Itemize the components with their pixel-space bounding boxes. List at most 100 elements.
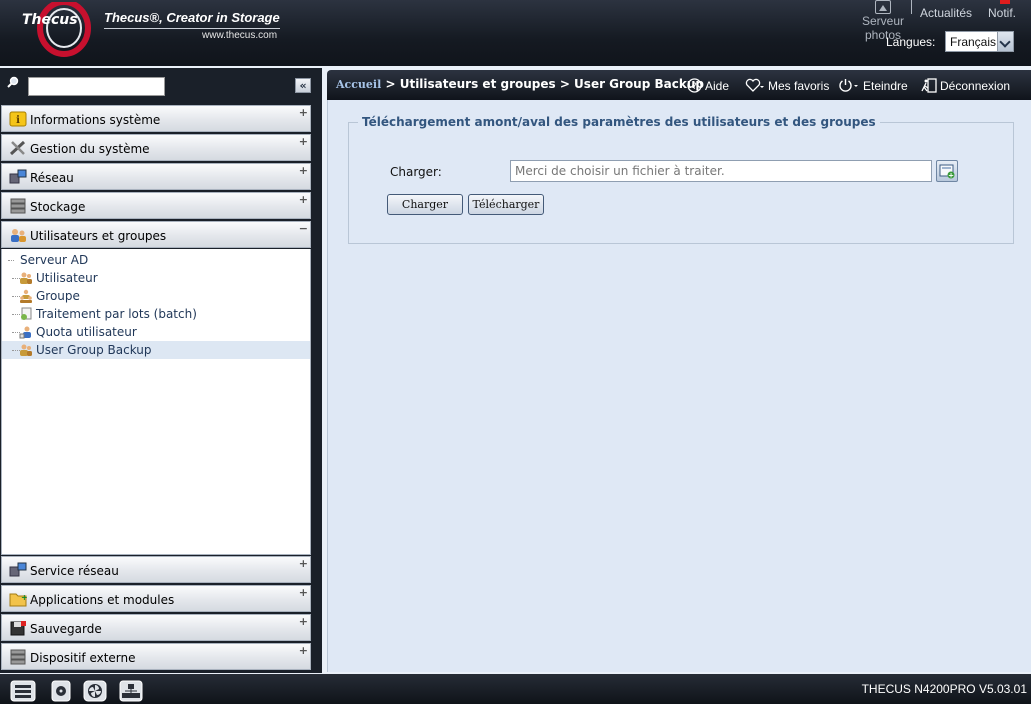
language-value: Français	[950, 35, 997, 49]
notification-flag-icon	[1000, 0, 1010, 4]
breadcrumb: Accueil > Utilisateurs et groupes > User…	[336, 77, 704, 91]
users-groups-tree: Serveur AD Utilisateur Groupe Traitement…	[1, 249, 311, 555]
panel-storage[interactable]: Stockage +	[1, 192, 311, 219]
panel-system-management[interactable]: Gestion du système +	[1, 134, 311, 161]
panel-applications[interactable]: + Applications et modules +	[1, 585, 311, 612]
language-label: Langues:	[886, 35, 936, 49]
expand-icon[interactable]: +	[299, 164, 308, 177]
backup-fieldset: Téléchargement amont/aval des paramètres…	[348, 115, 1014, 244]
tree-item-user-group-backup[interactable]: User Group Backup	[2, 341, 310, 359]
tagline-divider	[104, 28, 280, 29]
tree-item-user[interactable]: Utilisateur	[2, 269, 310, 287]
storage-icon	[10, 198, 26, 214]
backup-users-icon	[20, 344, 32, 356]
language-select[interactable]: Français	[945, 31, 1014, 52]
fieldset-legend: Téléchargement amont/aval des paramètres…	[358, 115, 880, 129]
collapse-icon[interactable]: −	[299, 222, 308, 235]
upload-button[interactable]: Charger	[387, 194, 463, 215]
panel-users-groups[interactable]: Utilisateurs et groupes −	[1, 221, 311, 248]
panel-network-service[interactable]: Service réseau +	[1, 556, 311, 583]
header-separator	[911, 0, 912, 14]
photo-icon	[875, 0, 891, 14]
expand-icon[interactable]: +	[299, 193, 308, 206]
expand-icon[interactable]: +	[299, 106, 308, 119]
users-icon	[11, 229, 26, 242]
tree-item-batch[interactable]: Traitement par lots (batch)	[2, 305, 310, 323]
backup-icon	[10, 621, 26, 636]
tagline: Thecus®, Creator in Storage	[104, 10, 280, 25]
news-label: Actualités	[919, 6, 973, 20]
power-icon	[839, 79, 858, 92]
fan-icon[interactable]	[82, 680, 108, 702]
hard-drive-icon[interactable]	[48, 680, 74, 702]
panel-label: Service réseau	[30, 564, 119, 578]
file-input[interactable]: Merci de choisir un fichier à traiter.	[510, 160, 932, 182]
panel-label: Dispositif externe	[30, 651, 136, 665]
device-model-version: THECUS N4200PRO V5.03.01	[861, 682, 1027, 696]
panel-label: Réseau	[30, 171, 74, 185]
panel-network[interactable]: Réseau +	[1, 163, 311, 190]
tree-item-label: Quota utilisateur	[36, 325, 137, 339]
thecus-logo-swoosh	[37, 2, 91, 57]
logout-icon	[921, 78, 937, 93]
favorites-button[interactable]: Mes favoris	[745, 78, 829, 93]
tree-item-label: Serveur AD	[20, 253, 89, 267]
breadcrumb-path: > Utilisateurs et groupes > User Group B…	[381, 77, 704, 91]
help-icon: ?	[687, 78, 702, 93]
info-icon: i	[9, 111, 27, 127]
expand-icon[interactable]: +	[299, 557, 308, 570]
panel-system-info[interactable]: i Informations système +	[1, 105, 311, 132]
external-device-icon	[10, 649, 26, 665]
breadcrumb-home-link[interactable]: Accueil	[336, 78, 381, 91]
browse-file-icon: +	[939, 164, 955, 180]
tree-item-user-quota[interactable]: Quota utilisateur	[2, 323, 310, 341]
network-status-icon[interactable]	[118, 680, 144, 702]
panel-backup[interactable]: Sauvegarde +	[1, 614, 311, 641]
shutdown-button[interactable]: Eteindre	[838, 78, 908, 93]
help-label: Aide	[705, 79, 730, 93]
panel-label: Informations système	[30, 113, 161, 127]
search-icon	[7, 76, 19, 88]
expand-icon[interactable]: +	[299, 135, 308, 148]
panel-label: Gestion du système	[30, 142, 150, 156]
shutdown-label: Eteindre	[863, 79, 908, 93]
upload-field-label: Charger:	[390, 165, 442, 179]
tree-connector	[8, 260, 14, 261]
tree-item-label: Utilisateur	[36, 271, 98, 285]
heart-icon	[745, 78, 764, 92]
news-button[interactable]: Actualités	[916, 6, 976, 20]
tree-item-label: User Group Backup	[36, 343, 152, 357]
browse-file-button[interactable]: +	[936, 160, 958, 182]
footer: THECUS N4200PRO V5.03.01	[0, 674, 1031, 704]
user-icon	[20, 272, 32, 284]
search-input[interactable]	[28, 77, 165, 96]
disk-status-icon[interactable]	[10, 680, 36, 702]
sidebar: « i Informations système + Gestion du sy…	[0, 68, 322, 673]
panel-label: Applications et modules	[30, 593, 175, 607]
tree-item-ad-server[interactable]: Serveur AD	[2, 251, 310, 269]
group-icon	[20, 289, 32, 303]
expand-icon[interactable]: +	[299, 615, 308, 628]
network-icon	[9, 169, 27, 184]
download-button[interactable]: Télécharger	[468, 194, 544, 215]
panel-external-device[interactable]: Dispositif externe +	[1, 643, 311, 670]
expand-icon[interactable]: +	[299, 586, 308, 599]
main-content: Téléchargement amont/aval des paramètres…	[327, 100, 1031, 672]
svg-text:+: +	[21, 593, 27, 602]
tree-item-label: Groupe	[36, 289, 80, 303]
expand-icon[interactable]: +	[299, 644, 308, 657]
tree-item-label: Traitement par lots (batch)	[36, 307, 197, 321]
collapse-sidebar-button[interactable]: «	[295, 78, 311, 93]
quota-icon	[19, 326, 31, 339]
tools-icon	[9, 140, 26, 156]
folder-plus-icon: +	[9, 593, 27, 607]
svg-text:i: i	[16, 115, 20, 126]
tree-item-group[interactable]: Groupe	[2, 287, 310, 305]
header: Thecus Thecus®, Creator in Storage www.t…	[0, 0, 1031, 66]
logout-button[interactable]: Déconnexion	[921, 78, 1010, 93]
svg-text:?: ?	[692, 82, 697, 92]
help-button[interactable]: ? Aide	[687, 78, 729, 93]
batch-icon	[21, 307, 32, 320]
chevron-down-icon[interactable]	[997, 32, 1013, 51]
notifications-button[interactable]: Notif.	[982, 6, 1022, 20]
